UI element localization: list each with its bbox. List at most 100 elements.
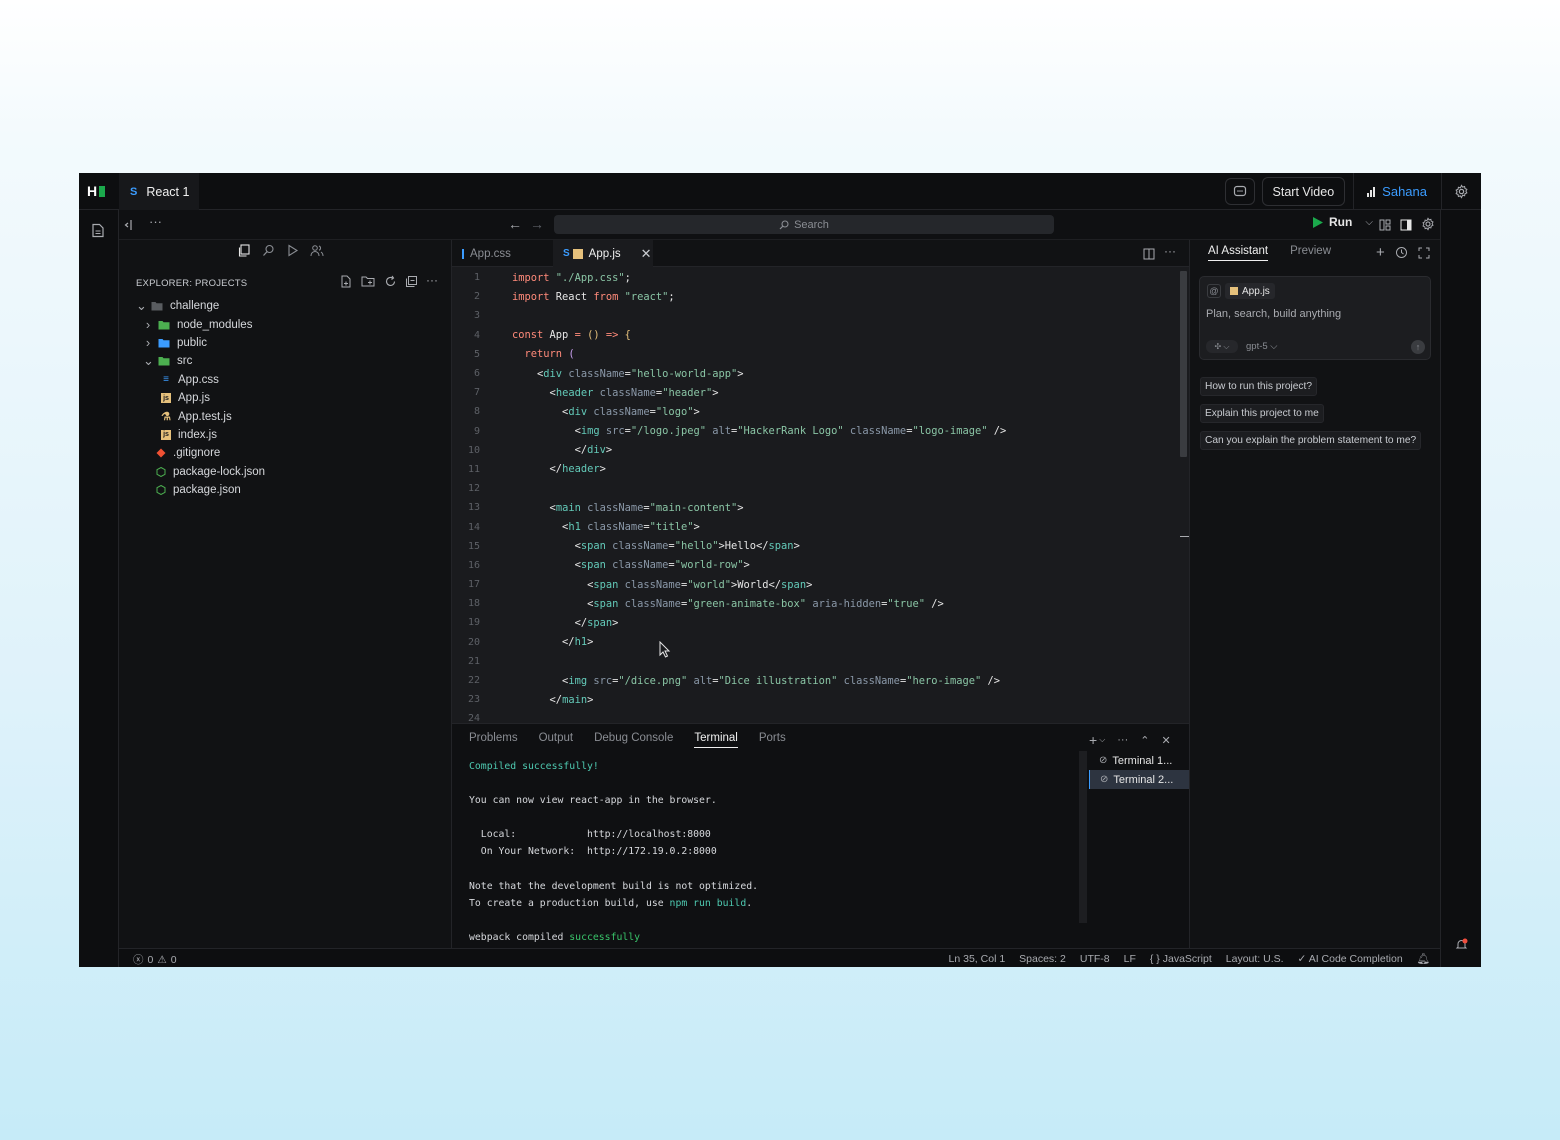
code-line[interactable]: 5 return ( [452, 345, 1189, 364]
code-line[interactable]: 13 <main className="main-content"> [452, 498, 1189, 517]
collaborators-icon[interactable] [310, 244, 324, 257]
code-content[interactable]: 1 import "./App.css"; 2 import React from "… [452, 268, 1189, 729]
tab-app-js[interactable]: S App.js ✕ [553, 240, 653, 267]
back-arrow-icon[interactable]: ← [508, 216, 522, 232]
tree-item[interactable]: ⌄ challenge [119, 297, 452, 315]
panel-tab-problems[interactable]: Problems [469, 732, 518, 748]
add-terminal-icon[interactable]: + [1089, 732, 1097, 748]
code-line[interactable]: 21 [452, 652, 1189, 671]
more-icon[interactable]: ··· [1164, 244, 1176, 258]
code-line[interactable]: 11 </header> [452, 460, 1189, 479]
refresh-icon[interactable] [384, 275, 397, 288]
line-ending[interactable]: LF [1124, 953, 1136, 965]
new-chat-icon[interactable]: + [1376, 244, 1385, 261]
tab-preview[interactable]: Preview [1290, 245, 1331, 261]
terminal-scrollbar[interactable] [1079, 751, 1087, 923]
tree-item[interactable]: package-lock.json [119, 463, 452, 481]
panel-toggle-button[interactable] [1400, 218, 1412, 236]
chevron-down-icon[interactable]: ⌵ [1099, 735, 1105, 745]
context-file-chip[interactable]: App.js [1225, 283, 1275, 299]
forward-arrow-icon[interactable]: → [530, 216, 544, 232]
new-file-icon[interactable] [340, 275, 353, 288]
panel-tab-debug-console[interactable]: Debug Console [594, 732, 673, 748]
prompt-box[interactable]: @ App.js Plan, search, build anything ✣ … [1199, 276, 1431, 360]
search-bar[interactable]: Search [554, 215, 1054, 234]
tree-item[interactable]: ⌄ src [119, 352, 452, 370]
mention-icon[interactable]: @ [1207, 284, 1221, 298]
code-line[interactable]: 18 <span className="green-animate-box" a… [452, 594, 1189, 613]
more-icon[interactable]: ··· [149, 214, 162, 229]
language-mode[interactable]: { } JavaScript [1150, 953, 1212, 965]
more-icon[interactable]: ··· [426, 274, 438, 288]
model-selector[interactable]: gpt-5 ⌵ [1246, 341, 1278, 352]
send-button[interactable]: ↑ [1411, 340, 1425, 354]
panel-tab-ports[interactable]: Ports [759, 732, 786, 748]
explorer-icon[interactable] [238, 244, 251, 257]
user-menu[interactable]: Sahana [1353, 173, 1441, 210]
code-line[interactable]: 19 </span> [452, 613, 1189, 632]
code-line[interactable]: 2 import React from "react"; [452, 287, 1189, 306]
run-button[interactable]: Run ⌵ [1312, 215, 1373, 229]
files-button[interactable] [91, 223, 105, 243]
panel-tab-output[interactable]: Output [539, 732, 574, 748]
chevron-up-icon[interactable]: ⌃ [1140, 734, 1149, 747]
suggestion-explain-project[interactable]: Explain this project to me [1200, 404, 1324, 423]
tree-item[interactable]: js App.js [119, 389, 452, 407]
tab-app-css[interactable]: App.css [462, 240, 552, 267]
code-editor[interactable]: App.css S App.js ✕ ··· 1 import "./App.cs… [452, 240, 1189, 724]
problems-indicator[interactable]: ⓧ 0 ⚠ 0 [133, 952, 177, 967]
expand-icon[interactable] [1418, 247, 1430, 259]
code-line[interactable]: 1 import "./App.css"; [452, 268, 1189, 287]
panel-tab-terminal[interactable]: Terminal [694, 732, 738, 748]
tab-ai-assistant[interactable]: AI Assistant [1208, 245, 1269, 261]
terminal-instance[interactable]: ⊘ Terminal 1... [1089, 751, 1189, 770]
code-line[interactable]: 12 [452, 479, 1189, 498]
new-folder-icon[interactable] [361, 275, 376, 288]
close-icon[interactable]: ✕ [641, 246, 652, 262]
code-line[interactable]: 14 <h1 className="title"> [452, 517, 1189, 536]
run-dropdown-icon[interactable]: ⌵ [1365, 217, 1373, 228]
settings-button[interactable] [1441, 173, 1481, 210]
code-line[interactable]: 23 </main> [452, 690, 1189, 709]
mode-selector[interactable]: ✣ ⌵ [1206, 340, 1238, 353]
more-icon[interactable]: ··· [1117, 734, 1128, 746]
project-tab[interactable]: S React 1 [119, 173, 199, 210]
suggestion-run-project[interactable]: How to run this project? [1200, 377, 1318, 396]
collapse-all-icon[interactable] [405, 275, 418, 288]
layout-button[interactable] [1379, 218, 1391, 236]
terminal-output[interactable]: Compiled successfully! You can now view r… [469, 761, 758, 949]
chevron-right-icon[interactable]: › [143, 335, 153, 350]
code-line[interactable]: 16 <span className="world-row"> [452, 556, 1189, 575]
chevron-down-icon[interactable]: ⌄ [136, 298, 147, 314]
tree-item[interactable]: › public [119, 334, 452, 352]
search-icon[interactable] [262, 244, 275, 257]
history-icon[interactable] [1395, 246, 1408, 259]
code-line[interactable]: 4 const App = () => { [452, 326, 1189, 345]
ai-completion[interactable]: ✓ AI Code Completion [1298, 953, 1403, 965]
keyboard-layout[interactable]: Layout: U.S. [1226, 953, 1284, 965]
code-line[interactable]: 22 <img src="/dice.png" alt="Dice illust… [452, 671, 1189, 690]
run-debug-icon[interactable] [286, 244, 299, 257]
bell-icon[interactable]: 🔔︎ [1417, 952, 1430, 965]
chat-button[interactable] [1224, 178, 1255, 205]
split-editor-button[interactable] [1143, 247, 1155, 265]
tree-item[interactable]: .gitignore [119, 444, 452, 462]
encoding[interactable]: UTF-8 [1080, 953, 1110, 965]
tree-item[interactable]: ≡ App.css [119, 371, 452, 389]
notifications-button[interactable] [1455, 938, 1468, 956]
code-line[interactable]: 8 <div className="logo"> [452, 402, 1189, 421]
code-line[interactable]: 3 [452, 306, 1189, 325]
code-line[interactable]: 6 <div className="hello-world-app"> [452, 364, 1189, 383]
code-line[interactable]: 9 <img src="/logo.jpeg" alt="HackerRank … [452, 422, 1189, 441]
toggle-sidebar-button[interactable] [123, 218, 135, 236]
code-line[interactable]: 10 </div> [452, 441, 1189, 460]
tree-item[interactable]: js index.js [119, 426, 452, 444]
suggestion-explain-problem[interactable]: Can you explain the problem statement to… [1200, 431, 1422, 450]
terminal-instance[interactable]: ⊘ Terminal 2... [1089, 770, 1189, 789]
code-line[interactable]: 7 <header className="header"> [452, 383, 1189, 402]
tree-item[interactable]: › node_modules [119, 315, 452, 333]
code-line[interactable]: 17 <span className="world">World</span> [452, 575, 1189, 594]
tree-item[interactable]: ⚗ App.test.js [119, 407, 452, 425]
tree-item[interactable]: package.json [119, 481, 452, 499]
start-video-button[interactable]: Start Video [1261, 177, 1346, 206]
